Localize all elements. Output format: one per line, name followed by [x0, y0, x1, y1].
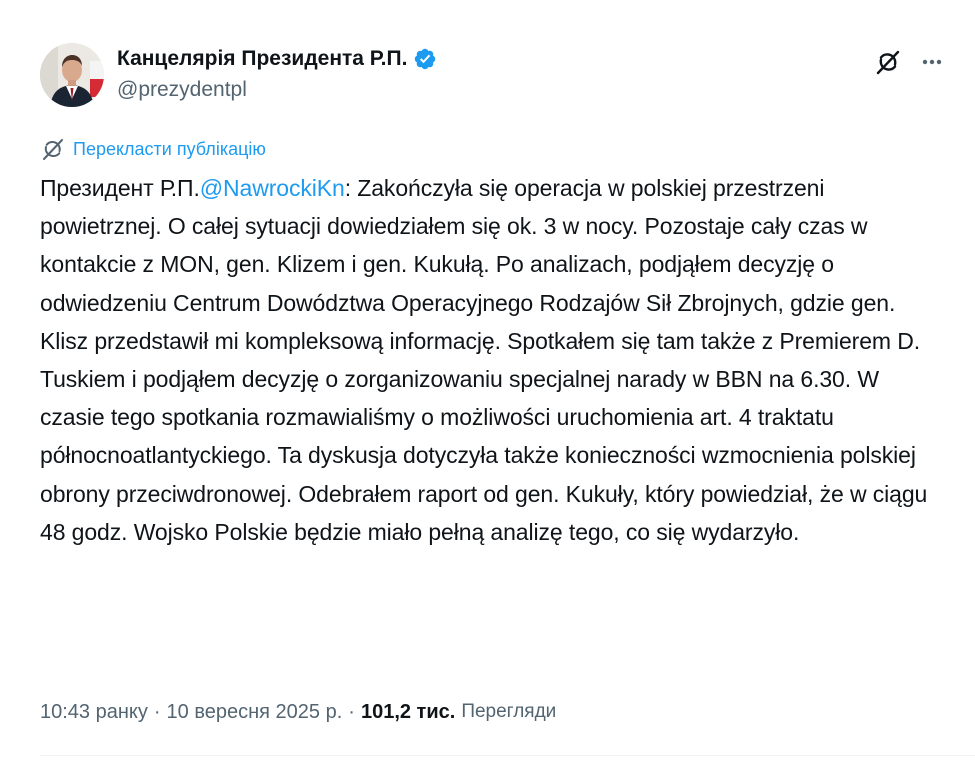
- verified-badge-icon[interactable]: [413, 47, 437, 71]
- views-label: Перегляди: [461, 701, 557, 722]
- translate-post-label: Перекласти публікацію: [73, 138, 266, 159]
- grok-button[interactable]: [870, 44, 906, 80]
- grok-icon: [876, 50, 900, 75]
- tweet-detail: Канцелярія Президента Р.П. @prezydentpl: [0, 0, 975, 765]
- meta-separator: ·: [348, 700, 355, 723]
- tweet-text: Президент Р.П.@NawrockiKn: Zakończyła si…: [40, 169, 940, 551]
- views-count: 101,2 тис.: [360, 700, 456, 723]
- tweet-meta: 10:43 ранку · 10 вересня 2025 р. · 101,2…: [40, 697, 556, 727]
- author-name-row: Канцелярія Президента Р.П.: [117, 45, 437, 73]
- translate-post-link[interactable]: Перекласти публікацію: [40, 135, 266, 163]
- tweet-time[interactable]: 10:43 ранку: [40, 701, 148, 724]
- tweet-text-body: : Zakończyła się operacja w polskiej prz…: [40, 175, 934, 545]
- tweet-text-prefix: Президент Р.П.: [40, 175, 200, 201]
- more-options-button[interactable]: [914, 44, 950, 80]
- avatar[interactable]: [40, 43, 104, 107]
- tweet-date[interactable]: 10 вересня 2025 р.: [167, 701, 343, 724]
- divider: [40, 755, 975, 756]
- author-display-name[interactable]: Канцелярія Президента Р.П.: [117, 47, 407, 71]
- globe-translate-icon: [43, 139, 63, 160]
- avatar-portrait-icon: [40, 43, 104, 107]
- mention-link[interactable]: @NawrockiKn: [200, 175, 345, 201]
- meta-separator: ·: [153, 700, 161, 723]
- author-handle[interactable]: @prezydentpl: [117, 78, 247, 102]
- more-options-icon: [922, 59, 942, 65]
